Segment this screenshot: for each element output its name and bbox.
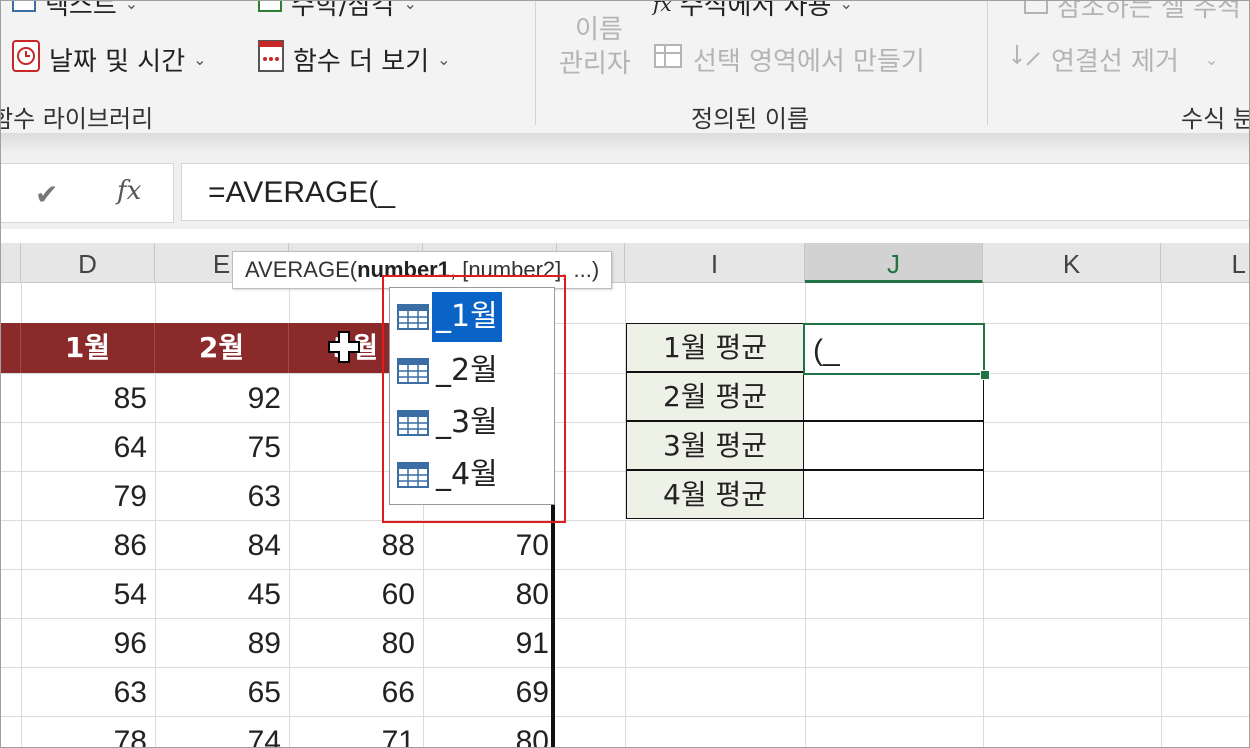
tooltip-prefix: AVERAGE( (245, 257, 358, 282)
table-cell[interactable]: 45 (155, 570, 281, 619)
table-cell[interactable]: 71 (289, 717, 415, 747)
date-time-functions-button[interactable]: 날짜 및 시간 ⌄ (11, 39, 207, 80)
fill-handle[interactable] (980, 370, 990, 380)
create-from-selection-icon (653, 41, 685, 78)
table-icon (397, 410, 429, 436)
table-cell[interactable]: 80 (423, 717, 549, 747)
table-cell[interactable]: 70 (423, 521, 549, 570)
chevron-down-icon: ⌄ (193, 50, 207, 69)
remove-arrows-icon (1011, 41, 1043, 78)
column-header-c[interactable] (1, 243, 21, 283)
more-functions-button[interactable]: 함수 더 보기 ⌄ (257, 39, 451, 80)
table-cell[interactable]: 84 (155, 521, 281, 570)
table-cell[interactable]: 78 (21, 717, 147, 747)
chevron-down-icon: ⌄ (437, 50, 451, 69)
average-value-cell[interactable] (804, 470, 984, 519)
create-from-selection-button[interactable]: 선택 영역에서 만들기 (653, 41, 925, 78)
autocomplete-list[interactable]: _1월 _2월 _3월 _4월 (389, 287, 555, 505)
table-header-cell[interactable]: 2월 (155, 323, 289, 373)
worksheet-grid[interactable]: D E F G H I J K L 1월 2월 3월 4월 85 92 (1, 231, 1249, 747)
table-cell[interactable]: 66 (289, 668, 415, 717)
table-cell[interactable]: 63 (155, 472, 281, 521)
gridline (1161, 283, 1162, 747)
average-value-cell[interactable] (804, 372, 984, 421)
column-header-l[interactable]: L (1161, 243, 1249, 283)
table-cell[interactable]: 79 (21, 472, 147, 521)
column-header-j[interactable]: J (805, 243, 983, 283)
table-icon (397, 304, 429, 330)
table-icon (397, 358, 429, 384)
text-functions-button[interactable]: 텍스트 ⌄ (11, 0, 139, 22)
math-trig-functions-button[interactable]: 수학/삼각 ⌄ (257, 0, 417, 22)
autocomplete-item[interactable]: _2월 (396, 346, 554, 396)
table-cell[interactable]: 64 (21, 423, 147, 472)
name-manager-button[interactable]: 관리자 (559, 43, 631, 80)
average-value-cell[interactable] (804, 421, 984, 470)
table-cell[interactable]: 88 (289, 521, 415, 570)
chevron-down-icon: ⌄ (124, 0, 139, 13)
column-header-i[interactable]: I (625, 243, 805, 283)
remove-arrows-button[interactable]: 연결선 제거 ⌄ (1011, 41, 1218, 78)
table-cell[interactable]: 80 (289, 619, 415, 668)
ribbon-divider (1, 133, 1249, 153)
cell-select-cursor-icon (328, 331, 360, 363)
table-cell[interactable]: 85 (21, 374, 147, 423)
table-cell[interactable]: 75 (155, 423, 281, 472)
ribbon-separator (535, 1, 536, 125)
autocomplete-item[interactable]: _3월 (396, 398, 554, 448)
math-icon (257, 1, 283, 20)
column-header-d[interactable]: D (21, 243, 155, 283)
chevron-down-icon: ⌄ (403, 0, 417, 13)
average-label-cell[interactable]: 4월 평균 (626, 470, 804, 519)
use-in-formula-button[interactable]: fx 수식에서 사용 ⌄ (653, 0, 853, 22)
column-header-k[interactable]: K (983, 243, 1161, 283)
table-cell[interactable]: 74 (155, 717, 281, 747)
trace-icon (1023, 1, 1049, 22)
autocomplete-item[interactable]: _4월 (396, 450, 554, 500)
table-header-cell[interactable] (1, 323, 21, 373)
chevron-down-icon: ⌄ (1204, 50, 1219, 69)
formula-bar-buttons: ✔ fx (1, 163, 174, 223)
average-label-cell[interactable]: 3월 평균 (626, 421, 804, 470)
table-cell[interactable]: 54 (21, 570, 147, 619)
table-cell[interactable]: 60 (289, 570, 415, 619)
trace-precedents-button[interactable]: 참조하는 셀 추적 (1023, 1, 1241, 24)
fx-icon[interactable]: fx (117, 176, 141, 206)
group-label-function-library: 함수 라이브러리 (0, 105, 154, 133)
more-functions-icon (257, 39, 285, 80)
chevron-down-icon: ⌄ (839, 0, 853, 13)
table-cell[interactable]: 89 (155, 619, 281, 668)
text-icon (11, 1, 37, 20)
table-cell[interactable]: 91 (423, 619, 549, 668)
table-cell[interactable]: 92 (155, 374, 281, 423)
name-manager-label-top[interactable]: 이름 (575, 9, 623, 46)
formula-bar: ✔ fx =AVERAGE(_ (1, 153, 1249, 229)
average-label-cell[interactable]: 2월 평균 (626, 372, 804, 421)
table-cell[interactable]: 69 (423, 668, 549, 717)
table-header-cell[interactable]: 1월 (21, 323, 155, 373)
table-cell[interactable]: 63 (21, 668, 147, 717)
autocomplete-item[interactable]: _1월 (396, 292, 554, 342)
table-icon (397, 462, 429, 488)
clock-icon (11, 39, 41, 80)
average-label-cell[interactable]: 1월 평균 (626, 323, 804, 372)
table-cell[interactable]: 96 (21, 619, 147, 668)
group-label-defined-names: 정의된 이름 (691, 105, 810, 133)
excel-window: 텍스트 ⌄ 날짜 및 시간 ⌄ 수학/삼각 ⌄ 함수 더 보기 ⌄ 함수 라이브러리 이… (0, 0, 1250, 748)
active-cell-j[interactable]: (_ (803, 323, 985, 375)
ribbon-separator (987, 1, 988, 125)
fx-small-icon: fx (653, 0, 672, 16)
table-cell[interactable]: 86 (21, 521, 147, 570)
table-cell[interactable]: 80 (423, 570, 549, 619)
check-icon[interactable]: ✔ (35, 178, 58, 211)
formula-input[interactable]: =AVERAGE(_ (181, 163, 1249, 221)
ribbon: 텍스트 ⌄ 날짜 및 시간 ⌄ 수학/삼각 ⌄ 함수 더 보기 ⌄ 함수 라이브러리 이… (0, 0, 1249, 133)
group-label-formula-auditing: 수식 분석 (1181, 105, 1249, 133)
table-cell[interactable]: 65 (155, 668, 281, 717)
